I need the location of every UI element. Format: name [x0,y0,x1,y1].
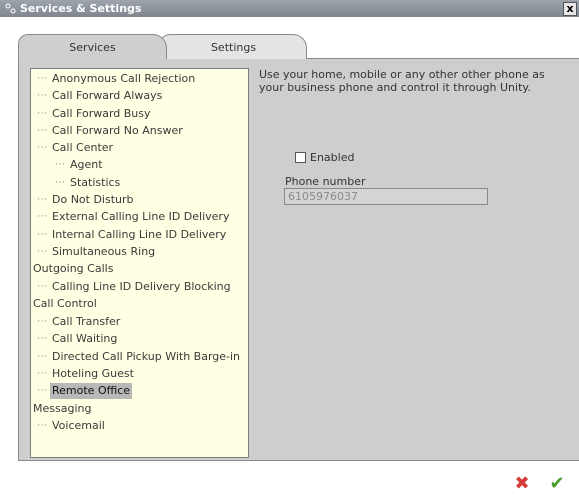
tree-item-external-calling-line-id-delivery[interactable]: ⋯ External Calling Line ID Delivery [37,209,231,225]
tree-item-calling-line-id-delivery-blocking[interactable]: ⋯ Calling Line ID Delivery Blocking [37,279,233,295]
tree-item-agent[interactable]: ⋯ Agent [55,157,105,173]
tree-item-label: Call Forward Always [52,89,163,102]
tree-item-label: Anonymous Call Rejection [52,72,196,85]
green-check-icon: ✔ [549,473,565,494]
tab-settings-label: Settings [210,40,257,54]
tree-item-label: Directed Call Pickup With Barge-in [52,350,241,363]
tree-connector: ⋯ [37,194,47,205]
tree-item-label: Call Transfer [52,315,121,328]
tree-item-label: Calling Line ID Delivery Blocking [52,280,231,293]
tree-item-voicemail[interactable]: ⋯ Voicemail [37,418,107,434]
tree-connector: ⋯ [37,420,47,431]
tree-connector: ⋯ [37,351,47,362]
tree-connector: ⋯ [37,385,47,396]
tree-item-call-waiting[interactable]: ⋯ Call Waiting [37,331,119,347]
tree-group-label: Outgoing Calls [33,262,114,275]
services-settings-icon [2,3,18,14]
tree-item-label: Call Center [52,141,114,154]
tab-services-label: Services [69,40,116,54]
tree-item-call-transfer[interactable]: ⋯ Call Transfer [37,314,122,330]
tree-item-call-forward-always[interactable]: ⋯ Call Forward Always [37,88,164,104]
tree-item-label: Call Waiting [52,332,118,345]
tree-item-label: Simultaneous Ring [52,245,156,258]
window-titlebar: Services & Settings x [0,0,579,17]
tree-group-label: Messaging [33,402,92,415]
tree-item-simultaneous-ring[interactable]: ⋯ Simultaneous Ring [37,244,157,260]
tree-connector: ⋯ [37,125,47,136]
tree-group-call-control[interactable]: Call Control [31,296,99,312]
service-description: Use your home, mobile or any other other… [259,68,545,94]
tree-connector: ⋯ [37,142,47,153]
tree-connector: ⋯ [37,281,47,292]
tree-item-statistics[interactable]: ⋯ Statistics [55,175,122,191]
tree-connector: ⋯ [37,368,47,379]
tree-connector: ⋯ [55,159,65,170]
tree-connector: ⋯ [55,177,65,188]
tree-item-hoteling-guest[interactable]: ⋯ Hoteling Guest [37,366,136,382]
phone-number-field[interactable] [284,188,488,205]
tree-item-label: Remote Office [50,383,133,399]
enabled-checkbox[interactable] [295,152,306,163]
tree-group-messaging[interactable]: Messaging [31,401,93,417]
tree-group-outgoing-calls[interactable]: Outgoing Calls [31,261,115,277]
tree-item-label: Statistics [70,176,121,189]
enabled-label: Enabled [310,151,355,164]
tree-item-call-forward-busy[interactable]: ⋯ Call Forward Busy [37,106,153,122]
tree-item-remote-office[interactable]: ⋯ Remote Office [37,383,133,399]
tree-item-call-center[interactable]: ⋯ Call Center [37,140,115,156]
window-title: Services & Settings [20,2,142,15]
tree-item-call-forward-no-answer[interactable]: ⋯ Call Forward No Answer [37,123,185,139]
red-x-icon: ✖ [514,473,530,494]
tree-item-label: Internal Calling Line ID Delivery [52,228,227,241]
tab-settings[interactable]: Settings [160,34,307,59]
tree-connector: ⋯ [37,229,47,240]
services-tree[interactable]: ⋯ Anonymous Call Rejection ⋯ Call Forwar… [30,68,249,458]
tree-connector: ⋯ [37,73,47,84]
tree-connector: ⋯ [37,246,47,257]
tree-connector: ⋯ [37,108,47,119]
tab-services[interactable]: Services [18,34,167,59]
ok-button[interactable]: ✔ [547,474,567,494]
tree-group-label: Call Control [33,297,97,310]
tree-item-label: Call Forward No Answer [52,124,183,137]
tree-item-directed-call-pickup-with-barge-in[interactable]: ⋯ Directed Call Pickup With Barge-in [37,349,242,365]
tree-item-internal-calling-line-id-delivery[interactable]: ⋯ Internal Calling Line ID Delivery [37,227,228,243]
cancel-button[interactable]: ✖ [512,474,532,494]
close-button[interactable]: x [563,2,577,16]
tree-item-anonymous-call-rejection[interactable]: ⋯ Anonymous Call Rejection [37,71,197,87]
tree-connector: ⋯ [37,90,47,101]
tree-item-do-not-disturb[interactable]: ⋯ Do Not Disturb [37,192,136,208]
tree-connector: ⋯ [37,316,47,327]
tree-item-label: Call Forward Busy [52,107,151,120]
phone-number-label: Phone number [285,175,366,188]
tree-item-label: Voicemail [52,419,105,432]
tree-item-label: External Calling Line ID Delivery [52,210,230,223]
enabled-toggle[interactable]: Enabled [295,151,354,164]
tree-item-label: Hoteling Guest [52,367,134,380]
tree-connector: ⋯ [37,211,47,222]
tree-connector: ⋯ [37,333,47,344]
tree-item-label: Do Not Disturb [52,193,134,206]
tree-item-label: Agent [70,158,103,171]
